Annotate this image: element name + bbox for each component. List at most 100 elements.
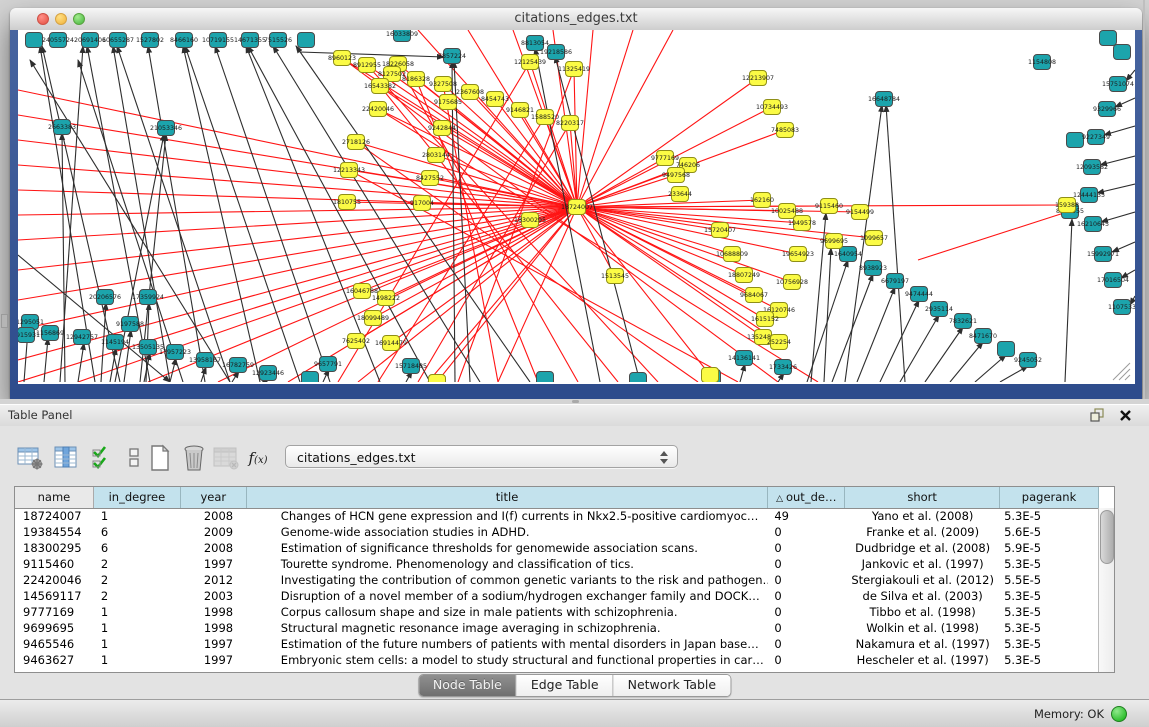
table-selector-combobox[interactable]: citations_edges.txt bbox=[285, 445, 678, 468]
table-row[interactable]: 1830029562008Estimation of significance … bbox=[15, 540, 1099, 556]
cell-in_degree[interactable]: 2 bbox=[94, 556, 181, 572]
cell-title[interactable]: Corpus callosum shape and size in male p… bbox=[247, 604, 769, 620]
graph-node[interactable]: 8427552 bbox=[416, 171, 444, 186]
cell-name[interactable]: 18724007 bbox=[15, 508, 94, 524]
graph-node[interactable] bbox=[429, 375, 446, 383]
column-header-in_degree[interactable]: in_degree bbox=[94, 487, 181, 508]
graph-node[interactable]: 7857224 bbox=[438, 49, 466, 64]
column-header-title[interactable]: title bbox=[247, 487, 769, 508]
memory-indicator-icon[interactable] bbox=[1111, 706, 1127, 722]
graph-node[interactable]: 1513545 bbox=[601, 269, 629, 284]
cell-short[interactable]: Yano et al. (2008) bbox=[845, 508, 1000, 524]
cell-year[interactable]: 1997 bbox=[181, 636, 247, 652]
graph-node[interactable]: 17016504 bbox=[1097, 273, 1129, 288]
graph-node[interactable] bbox=[1067, 133, 1084, 148]
cell-out_de[interactable]: 0 bbox=[768, 556, 845, 572]
cell-year[interactable]: 2009 bbox=[181, 524, 247, 540]
graph-node[interactable]: 6679197 bbox=[881, 274, 909, 289]
graph-node[interactable]: 20206576 bbox=[89, 290, 121, 305]
cell-out_de[interactable]: 0 bbox=[768, 620, 845, 636]
cell-name[interactable]: 14569117 bbox=[15, 588, 94, 604]
column-header-short[interactable]: short bbox=[845, 487, 1000, 508]
graph-node[interactable]: 10719155 bbox=[202, 33, 234, 48]
cell-in_degree[interactable]: 1 bbox=[94, 636, 181, 652]
cell-year[interactable]: 1997 bbox=[181, 652, 247, 668]
graph-node[interactable]: 9327508 bbox=[429, 77, 457, 92]
graph-node[interactable]: 16782759 bbox=[222, 358, 254, 373]
graph-node[interactable]: 1145194 bbox=[101, 335, 129, 350]
graph-node[interactable]: 16648784 bbox=[868, 92, 900, 107]
scrollbar-thumb[interactable] bbox=[1100, 510, 1114, 564]
tab-node-table[interactable]: Node Table bbox=[419, 675, 517, 696]
table-row[interactable]: 1938455462009Genome-wide association stu… bbox=[15, 524, 1099, 540]
row-boxes-icon[interactable] bbox=[120, 444, 148, 472]
table-settings-icon[interactable] bbox=[16, 444, 44, 472]
graph-node[interactable]: 17359924 bbox=[132, 290, 164, 305]
graph-node[interactable]: 24055724 bbox=[42, 33, 74, 48]
cell-out_de[interactable]: 0 bbox=[768, 572, 845, 588]
graph-node[interactable]: 10756928 bbox=[776, 275, 808, 290]
cell-year[interactable]: 1997 bbox=[181, 556, 247, 572]
tab-network-table[interactable]: Network Table bbox=[614, 675, 731, 696]
cell-short[interactable]: Dudbridge et al. (2008) bbox=[845, 540, 1000, 556]
column-header-year[interactable]: year bbox=[181, 487, 247, 508]
cell-name[interactable]: 19384554 bbox=[15, 524, 94, 540]
cell-title[interactable]: Structural magnetic resonance image aver… bbox=[247, 620, 769, 636]
cell-pagerank[interactable]: 5.5E-5 bbox=[1000, 572, 1099, 588]
graph-node[interactable]: 9146821 bbox=[506, 103, 534, 118]
graph-node[interactable]: 2803144 bbox=[422, 148, 450, 163]
cell-title[interactable]: Estimation of the future numbers of pati… bbox=[247, 636, 769, 652]
cell-in_degree[interactable]: 6 bbox=[94, 540, 181, 556]
graph-node[interactable]: 15751074 bbox=[1102, 77, 1134, 92]
graph-node[interactable]: 9245052 bbox=[1014, 353, 1042, 368]
cell-pagerank[interactable]: 5.9E-5 bbox=[1000, 540, 1099, 556]
cell-out_de[interactable]: 0 bbox=[768, 636, 845, 652]
cell-out_de[interactable]: 0 bbox=[768, 604, 845, 620]
column-header-pagerank[interactable]: pagerank bbox=[1000, 487, 1099, 508]
float-window-icon[interactable] bbox=[1090, 408, 1105, 423]
cell-in_degree[interactable]: 2 bbox=[94, 588, 181, 604]
graph-node[interactable]: 1733426 bbox=[769, 360, 797, 375]
graph-node[interactable]: 8912955 bbox=[353, 58, 381, 73]
graph-node[interactable]: 19654923 bbox=[782, 247, 814, 262]
graph-node[interactable]: 15718485 bbox=[395, 359, 427, 374]
column-header-out_de[interactable]: △out_de… bbox=[768, 487, 845, 508]
cell-pagerank[interactable]: 5.6E-5 bbox=[1000, 524, 1099, 540]
cell-title[interactable]: Genome-wide association studies in ADHD. bbox=[247, 524, 769, 540]
graph-node[interactable] bbox=[537, 372, 554, 383]
cell-year[interactable]: 2003 bbox=[181, 588, 247, 604]
graph-node[interactable]: 1527802 bbox=[136, 33, 164, 48]
cell-title[interactable]: Estimation of significance thresholds fo… bbox=[247, 540, 769, 556]
table-row[interactable]: 2242004622012Investigating the contribut… bbox=[15, 572, 1099, 588]
table-row[interactable]: 911546021997Tourette syndrome. Phenomeno… bbox=[15, 556, 1099, 572]
graph-node[interactable]: 252254 bbox=[767, 335, 791, 350]
cell-pagerank[interactable]: 5.3E-5 bbox=[1000, 604, 1099, 620]
function-builder-icon[interactable]: f(x) bbox=[244, 444, 272, 472]
cell-short[interactable]: Hescheler et al. (1997) bbox=[845, 652, 1000, 668]
graph-node[interactable]: 8220317 bbox=[556, 116, 584, 131]
cell-out_de[interactable]: 0 bbox=[768, 540, 845, 556]
cell-year[interactable]: 1998 bbox=[181, 604, 247, 620]
cell-name[interactable]: 9699695 bbox=[15, 620, 94, 636]
graph-node[interactable]: 2935114 bbox=[925, 302, 953, 317]
cell-short[interactable]: Stergiakouli et al. (2012) bbox=[845, 572, 1000, 588]
graph-node[interactable]: 162160 bbox=[750, 193, 774, 208]
graph-node[interactable]: 9154499 bbox=[846, 205, 874, 220]
graph-node[interactable]: 159388 bbox=[1055, 198, 1079, 213]
table-row[interactable]: 946362711997Embryonic stem cells: a mode… bbox=[15, 652, 1099, 668]
graph-node[interactable]: 1156869 bbox=[36, 326, 64, 341]
table-row[interactable]: 1456911722003Disruption of a novel membe… bbox=[15, 588, 1099, 604]
column-header-name[interactable]: name bbox=[15, 487, 94, 508]
graph-node[interactable]: 9227349 bbox=[1082, 130, 1110, 145]
cell-name[interactable]: 22420046 bbox=[15, 572, 94, 588]
graph-node[interactable]: 12125439 bbox=[514, 55, 546, 70]
left-splitter-handle[interactable] bbox=[1, 314, 8, 328]
graph-node[interactable]: 9474444 bbox=[905, 287, 933, 302]
graph-node[interactable]: 12213907 bbox=[742, 71, 774, 86]
cell-year[interactable]: 1998 bbox=[181, 620, 247, 636]
graph-node[interactable]: 233644 bbox=[668, 187, 692, 202]
cell-in_degree[interactable]: 1 bbox=[94, 652, 181, 668]
graph-node[interactable]: 1810755 bbox=[333, 195, 361, 210]
canvas-resize-grip[interactable] bbox=[1113, 363, 1130, 380]
cell-short[interactable]: Tibbo et al. (1998) bbox=[845, 604, 1000, 620]
